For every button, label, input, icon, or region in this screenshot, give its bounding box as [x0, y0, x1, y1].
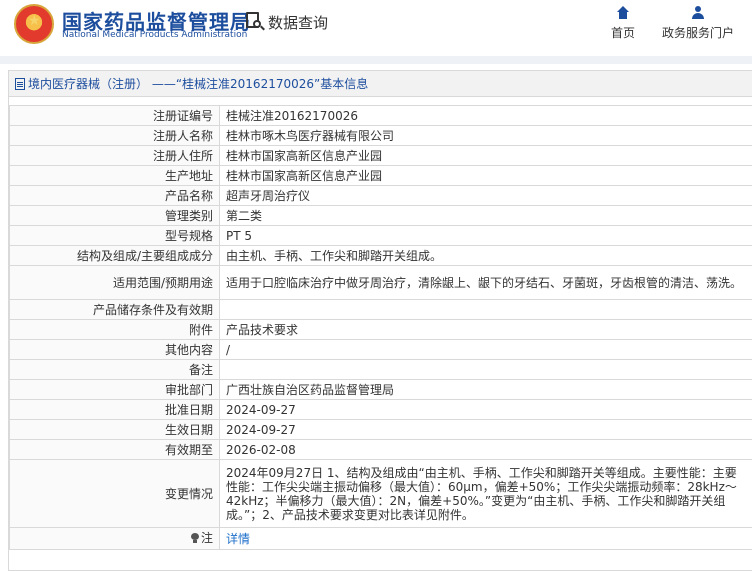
row-label: 适用范围/预期用途 [9, 265, 220, 300]
row-value: 桂林市国家高新区信息产业园 [219, 165, 752, 186]
row-label: 管理类别 [9, 205, 220, 226]
note-value-cell: 详情 [219, 527, 752, 550]
row-value: 2024-09-27 [219, 399, 752, 420]
table-row: 管理类别 第二类 [9, 205, 752, 226]
home-icon [616, 6, 630, 20]
table-row: 生效日期 2024-09-27 [9, 419, 752, 440]
document-search-icon [246, 12, 265, 32]
info-table: 注册证编号 桂械注准20162170026 注册人名称 桂林市啄木鸟医疗器械有限… [9, 105, 752, 550]
table-row: 注册人名称 桂林市啄木鸟医疗器械有限公司 [9, 125, 752, 146]
row-value: 第二类 [219, 205, 752, 226]
row-value: 桂林市国家高新区信息产业园 [219, 145, 752, 166]
national-emblem-logo[interactable]: ★ [14, 4, 54, 44]
table-row: 附件 产品技术要求 [9, 319, 752, 340]
table-row: 产品储存条件及有效期 [9, 299, 752, 320]
table-row: 其他内容 / [9, 339, 752, 360]
row-value: 2026-02-08 [219, 439, 752, 460]
row-value: 由主机、手柄、工作尖和脚踏开关组成。 [219, 245, 752, 266]
note-label: 注 [200, 531, 213, 545]
row-value: / [219, 339, 752, 360]
row-value: 产品技术要求 [219, 319, 752, 340]
row-label: 备注 [9, 359, 220, 380]
row-label: 结构及组成/主要组成成分 [9, 245, 220, 266]
row-label: 型号规格 [9, 225, 220, 246]
table-row: 生产地址 桂林市国家高新区信息产业园 [9, 165, 752, 186]
panel-title: 境内医疗器械（注册） ——“桂械注准20162170026”基本信息 [28, 77, 369, 91]
brand-name-en: National Medical Products Administration [62, 30, 248, 40]
row-label: 注册人住所 [9, 145, 220, 166]
table-row: 产品名称 超声牙周治疗仪 [9, 185, 752, 206]
details-link[interactable]: 详情 [226, 532, 250, 546]
table-row: 备注 [9, 359, 752, 380]
row-label: 生效日期 [9, 419, 220, 440]
row-label: 审批部门 [9, 379, 220, 400]
header-divider [0, 56, 752, 64]
row-value: 超声牙周治疗仪 [219, 185, 752, 206]
site-header: ★ 国家药品监督管理局 National Medical Products Ad… [0, 0, 752, 56]
row-label: 产品名称 [9, 185, 220, 206]
row-value: 2024年09月27日 1、结构及组成由“由主机、手柄、工作尖和脚踏开关等组成。… [219, 459, 752, 528]
table-row: 审批部门 广西壮族自治区药品监督管理局 [9, 379, 752, 400]
table-row: 批准日期 2024-09-27 [9, 399, 752, 420]
note-row: 注 详情 [9, 527, 752, 550]
table-row: 注册证编号 桂械注准20162170026 [9, 105, 752, 126]
row-value: 广西壮族自治区药品监督管理局 [219, 379, 752, 400]
nav-home[interactable]: 首页 [608, 6, 638, 41]
table-row: 变更情况 2024年09月27日 1、结构及组成由“由主机、手柄、工作尖和脚踏开… [9, 459, 752, 528]
user-icon [691, 6, 705, 20]
row-value [219, 299, 752, 320]
star-icon: ★ [28, 13, 41, 29]
row-label: 注册人名称 [9, 125, 220, 146]
nav-service-portal-label: 政务服务门户 [661, 26, 734, 40]
table-row: 型号规格 PT 5 [9, 225, 752, 246]
row-value: 2024-09-27 [219, 419, 752, 440]
row-value: 适用于口腔临床治疗中做牙周治疗，清除龈上、龈下的牙结石、牙菌斑，牙齿根管的清洁、… [219, 265, 752, 300]
row-label: 注册证编号 [9, 105, 220, 126]
nav-home-label: 首页 [610, 26, 635, 40]
table-row: 结构及组成/主要组成成分 由主机、手柄、工作尖和脚踏开关组成。 [9, 245, 752, 266]
nav-service-portal[interactable]: 政务服务门户 [660, 6, 736, 41]
row-label: 其他内容 [9, 339, 220, 360]
data-query-link[interactable]: 数据查询 [246, 10, 328, 34]
note-label-cell: 注 [9, 527, 220, 550]
detail-panel: 境内医疗器械（注册） ——“桂械注准20162170026”基本信息 注册证编号… [8, 70, 752, 571]
lightbulb-icon [190, 533, 199, 543]
document-icon [15, 77, 25, 90]
table-row: 注册人住所 桂林市国家高新区信息产业园 [9, 145, 752, 166]
row-label: 批准日期 [9, 399, 220, 420]
row-label: 生产地址 [9, 165, 220, 186]
row-value: 桂林市啄木鸟医疗器械有限公司 [219, 125, 752, 146]
table-row: 有效期至 2026-02-08 [9, 439, 752, 460]
row-value: PT 5 [219, 225, 752, 246]
row-value [219, 359, 752, 380]
data-query-label: 数据查询 [268, 13, 329, 32]
row-label: 产品储存条件及有效期 [9, 299, 220, 320]
row-value: 桂械注准20162170026 [219, 105, 752, 126]
row-label: 变更情况 [9, 459, 220, 528]
table-row: 适用范围/预期用途 适用于口腔临床治疗中做牙周治疗，清除龈上、龈下的牙结石、牙菌… [9, 265, 752, 300]
panel-title-bar: 境内医疗器械（注册） ——“桂械注准20162170026”基本信息 [9, 71, 752, 97]
row-label: 有效期至 [9, 439, 220, 460]
row-label: 附件 [9, 319, 220, 340]
